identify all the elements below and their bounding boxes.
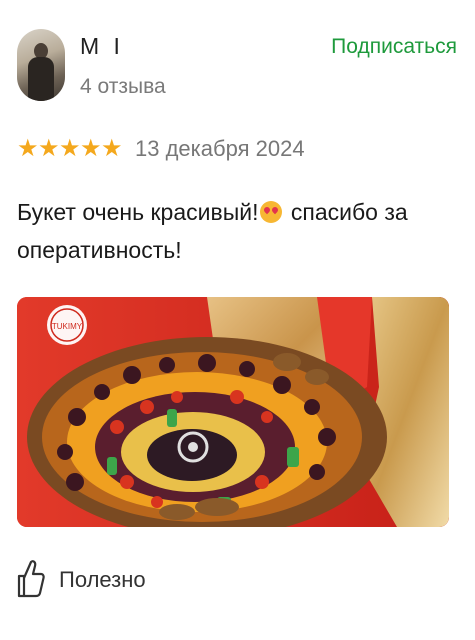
star-icon: ★ <box>101 135 123 162</box>
star-icon: ★ <box>80 135 102 162</box>
star-icon: ★ <box>38 135 60 162</box>
rating-row: ★ ★ ★ ★ ★ 13 декабря 2024 <box>17 134 305 164</box>
avatar-figure-body <box>28 57 54 101</box>
thumbs-up-icon <box>17 558 45 603</box>
star-icon: ★ <box>17 135 39 162</box>
star-icon: ★ <box>59 135 81 162</box>
author-review-count: 4 отзыва <box>80 75 166 98</box>
review-text: Букет очень красивый! спасибо за операти… <box>17 193 437 269</box>
helpful-label: Полезно <box>59 567 146 592</box>
fruit-bouquet-image: TUKIMY <box>17 297 449 527</box>
rating-stars: ★ ★ ★ ★ ★ <box>17 135 123 162</box>
helpful-button[interactable]: Полезно <box>17 558 146 603</box>
review-date: 13 декабря 2024 <box>135 136 305 161</box>
photo-logo-text: TUKIMY <box>52 322 83 331</box>
review-photo[interactable]: TUKIMY <box>17 297 449 527</box>
subscribe-button[interactable]: Подписаться <box>331 35 457 59</box>
avatar[interactable] <box>17 29 65 101</box>
review-card: M I 4 отзыва Подписаться ★ ★ ★ ★ ★ 13 де… <box>0 0 475 640</box>
review-header: M I 4 отзыва Подписаться <box>17 29 457 103</box>
heart-eyes-cat-emoji-icon <box>260 201 283 223</box>
author-name[interactable]: M I <box>80 33 124 60</box>
review-text-part1: Букет очень красивый! <box>17 199 259 225</box>
